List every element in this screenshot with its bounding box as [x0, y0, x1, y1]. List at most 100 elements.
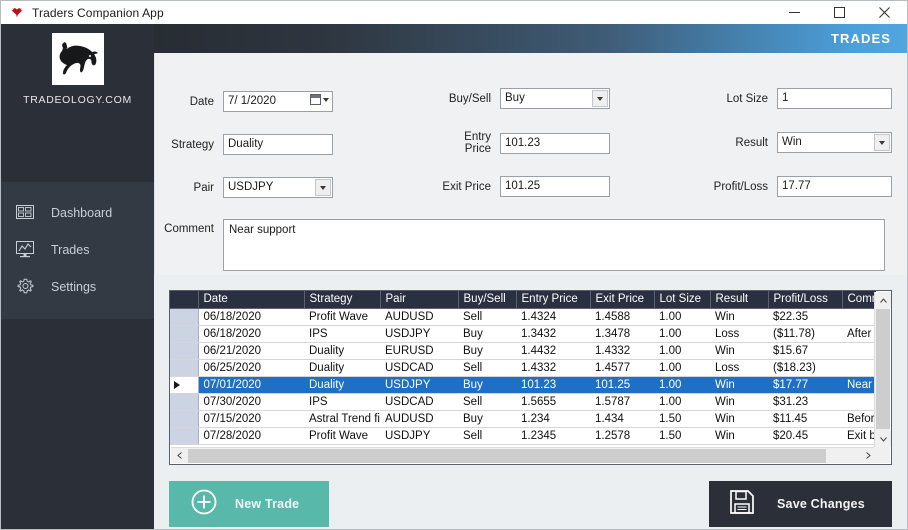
comment-input[interactable]: Near support [223, 219, 885, 271]
row-selector[interactable] [170, 308, 199, 326]
cell-pl: $15.67 [768, 342, 842, 360]
close-button[interactable] [862, 1, 907, 24]
table-row[interactable]: 06/18/2020 Profit Wave AUDUSD Sell 1.432… [170, 308, 876, 326]
minimize-button[interactable] [772, 1, 817, 24]
row-selector[interactable] [170, 427, 199, 445]
field-buysell: Buy/Sell Buy [435, 88, 610, 109]
cell-entry: 1.234 [516, 410, 590, 428]
row-selector[interactable] [170, 359, 199, 377]
cell-pair: AUDUSD [380, 410, 458, 428]
sidebar-item-settings[interactable]: Settings [1, 268, 154, 305]
column-header-strategy[interactable]: Strategy [304, 291, 381, 309]
column-header-entry-price[interactable]: Entry Price [516, 291, 591, 309]
grid-horizontal-scrollbar[interactable] [171, 447, 876, 463]
buysell-select[interactable]: Buy [500, 88, 610, 109]
table-row[interactable]: 07/15/2020 Astral Trend fi... AUDUSD Buy… [170, 410, 876, 428]
cell-comment: Exit before n [842, 427, 876, 445]
row-selector[interactable] [170, 342, 199, 360]
trades-table: Date Strategy Pair Buy/Sell Entry Price … [170, 291, 876, 445]
sidebar-item-dashboard[interactable]: Dashboard [1, 194, 154, 231]
column-header-profit-loss[interactable]: Profit/Loss [768, 291, 843, 309]
lot-size-input[interactable]: 1 [777, 88, 892, 109]
cell-lot: 1.00 [654, 376, 710, 394]
save-changes-label: Save Changes [777, 497, 865, 511]
table-body: 06/18/2020 Profit Wave AUDUSD Sell 1.432… [170, 308, 876, 445]
cell-comment: After NFP [842, 325, 876, 343]
cell-comment [842, 342, 876, 360]
date-value: 7/ 1/2020 [228, 95, 276, 107]
column-header-buysell[interactable]: Buy/Sell [458, 291, 517, 309]
profit-loss-value: 17.77 [782, 180, 811, 192]
grid-vertical-scrollbar[interactable] [874, 292, 891, 447]
scroll-down-button[interactable] [875, 431, 891, 447]
column-header-pair[interactable]: Pair [380, 291, 459, 309]
cell-pair: USDJPY [380, 376, 458, 394]
vertical-scroll-thumb[interactable] [876, 309, 890, 429]
cell-result: Win [710, 427, 768, 445]
sidebar-item-label: Trades [51, 242, 90, 257]
cell-buysell: Buy [458, 410, 516, 428]
lot-size-label: Lot Size [726, 92, 768, 105]
cell-comment [842, 308, 876, 326]
column-header-result[interactable]: Result [710, 291, 769, 309]
row-selector[interactable] [170, 376, 199, 394]
cell-buysell: Buy [458, 342, 516, 360]
column-header-comment[interactable]: Comment [842, 291, 876, 309]
table-row[interactable]: 06/18/2020 IPS USDJPY Buy 1.3432 1.3478 … [170, 325, 876, 343]
cell-result: Win [710, 376, 768, 394]
entry-price-input[interactable]: 101.23 [500, 132, 610, 154]
plus-circle-icon [191, 489, 217, 520]
date-picker-button[interactable] [310, 94, 329, 105]
cell-pl: $31.23 [768, 393, 842, 411]
strategy-input[interactable]: Duality [223, 134, 333, 155]
cell-exit: 1.434 [590, 410, 654, 428]
row-selector[interactable] [170, 410, 199, 428]
result-dropdown-button[interactable] [874, 134, 890, 151]
strategy-label: Strategy [171, 138, 214, 151]
brand-name: TRADEOLOGY.COM [23, 94, 132, 106]
comment-label: Comment [164, 223, 214, 235]
table-row[interactable]: 07/30/2020 IPS USDCAD Sell 1.5655 1.5787… [170, 393, 876, 411]
cell-date: 07/15/2020 [198, 410, 304, 428]
column-header-date[interactable]: Date [198, 291, 305, 309]
table-row[interactable]: 06/21/2020 Duality EURUSD Buy 1.4432 1.4… [170, 342, 876, 360]
cell-pl: $11.45 [768, 410, 842, 428]
column-header-lot-size[interactable]: Lot Size [654, 291, 711, 309]
pair-select[interactable]: USDJPY [223, 177, 333, 198]
horizontal-scroll-track[interactable] [187, 448, 860, 464]
field-pair: Pair USDJPY [163, 177, 333, 198]
cell-entry: 1.4432 [516, 342, 590, 360]
exit-price-value: 101.25 [505, 180, 541, 192]
table-row-selected[interactable]: 07/01/2020 Duality USDJPY Buy 101.23 101… [170, 376, 876, 394]
scroll-left-button[interactable] [171, 448, 187, 464]
sidebar-item-trades[interactable]: Trades [1, 231, 154, 268]
pair-value: USDJPY [228, 181, 274, 193]
cell-result: Win [710, 393, 768, 411]
profit-loss-input[interactable]: 17.77 [777, 176, 892, 197]
pair-dropdown-button[interactable] [315, 179, 331, 196]
save-changes-button[interactable]: Save Changes [709, 481, 892, 527]
cell-exit: 1.3478 [590, 325, 654, 343]
cell-lot: 1.50 [654, 410, 710, 428]
scroll-up-button[interactable] [875, 292, 891, 308]
chevron-down-icon [597, 96, 603, 101]
cell-comment: Near support [842, 376, 876, 394]
grid-scroll-corner [874, 447, 890, 463]
date-input[interactable]: 7/ 1/2020 [223, 91, 333, 112]
trades-grid[interactable]: Date Strategy Pair Buy/Sell Entry Price … [169, 290, 892, 465]
maximize-button[interactable] [817, 1, 862, 24]
row-selector[interactable] [170, 393, 199, 411]
buysell-dropdown-button[interactable] [592, 90, 608, 107]
horizontal-scroll-thumb[interactable] [188, 448, 826, 463]
table-row[interactable]: 07/28/2020 Profit Wave USDJPY Sell 1.234… [170, 427, 876, 445]
exit-price-input[interactable]: 101.25 [500, 176, 610, 197]
buysell-value: Buy [505, 92, 525, 104]
cell-buysell: Sell [458, 308, 516, 326]
table-row[interactable]: 06/25/2020 Duality USDCAD Sell 1.4332 1.… [170, 359, 876, 377]
row-selector[interactable] [170, 325, 199, 343]
cell-lot: 1.50 [654, 427, 710, 445]
new-trade-button[interactable]: New Trade [169, 481, 329, 527]
column-header-exit-price[interactable]: Exit Price [590, 291, 655, 309]
cell-lot: 1.00 [654, 359, 710, 377]
result-select[interactable]: Win [777, 132, 892, 153]
